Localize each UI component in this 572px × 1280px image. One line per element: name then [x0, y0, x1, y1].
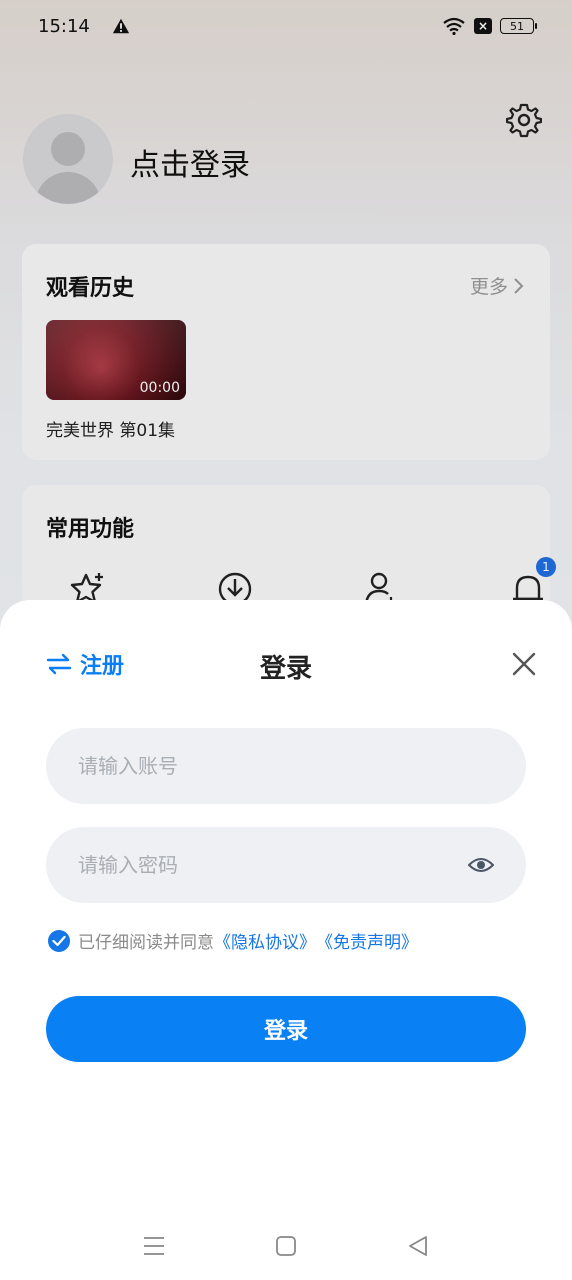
account-input[interactable] [78, 754, 494, 778]
close-icon[interactable] [512, 652, 536, 676]
disclaimer-link[interactable]: 《免责声明》 [316, 928, 418, 953]
menu-icon[interactable] [142, 1234, 166, 1258]
login-sheet: 注册 登录 已仔细阅读并同意 《隐私协议》 《免责声明》 登录 [0, 600, 572, 1280]
agreement-row: 已仔细阅读并同意 《隐私协议》 《免责声明》 [48, 928, 418, 953]
agree-text: 已仔细阅读并同意 [78, 933, 214, 953]
show-password-eye-icon[interactable] [468, 855, 494, 875]
account-field[interactable] [46, 728, 526, 804]
system-nav-bar [0, 1212, 572, 1280]
sheet-title: 登录 [259, 654, 312, 684]
privacy-link[interactable]: 《隐私协议》 [214, 928, 316, 953]
password-field[interactable] [46, 827, 526, 903]
login-button[interactable]: 登录 [46, 996, 526, 1062]
checkmark-icon [52, 935, 66, 946]
back-triangle-icon[interactable] [406, 1234, 430, 1258]
home-square-icon[interactable] [274, 1234, 298, 1258]
password-input[interactable] [78, 853, 458, 877]
agree-checkbox[interactable] [48, 929, 70, 952]
